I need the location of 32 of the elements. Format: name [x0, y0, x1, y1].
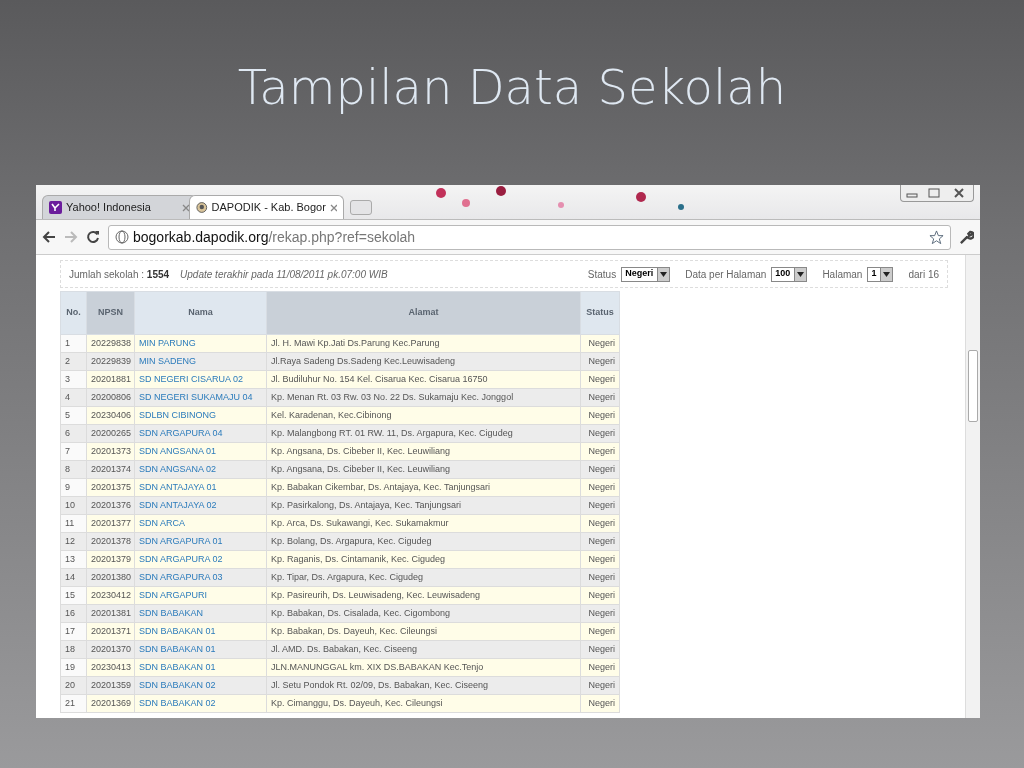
scrollbar[interactable] [965, 255, 980, 718]
browser-tab[interactable]: DAPODIK - Kab. Bogor [189, 195, 344, 219]
globe-icon [115, 230, 129, 244]
column-header: Status [580, 291, 620, 335]
filter-label: Status [587, 267, 617, 282]
page-total: dari 16 [908, 267, 939, 282]
address-bar[interactable]: bogorkab.dapodik.org/rekap.php?ref=sekolah [108, 224, 951, 250]
close-icon[interactable] [329, 203, 337, 212]
caret-icon [883, 271, 891, 277]
school-count: Jumlah sekolah : 1554 [69, 267, 170, 282]
star-icon[interactable] [929, 229, 944, 245]
back-icon[interactable] [42, 230, 56, 244]
column-header: Alamat [266, 291, 581, 335]
filter-dropdown[interactable]: Negeri [621, 266, 671, 282]
wrench-icon[interactable] [959, 229, 974, 245]
caret-icon [660, 271, 668, 277]
filter-dropdown[interactable]: 100 [771, 266, 808, 282]
site-icon [49, 201, 62, 214]
filter-label: Data per Halaman [685, 267, 767, 282]
reload-icon[interactable] [86, 230, 100, 244]
new-tab-button[interactable] [350, 200, 372, 215]
emblem-icon [196, 201, 208, 214]
slide-title: Tampilan Data Sekolah [237, 58, 787, 117]
column-header: NPSN [86, 291, 135, 335]
caret-icon [797, 271, 805, 277]
column-header: No. [60, 291, 87, 335]
filter-dropdown[interactable]: 1 [867, 266, 894, 282]
forward-icon[interactable] [64, 230, 78, 244]
scrollbar-thumb[interactable] [968, 350, 978, 422]
column-header: Nama [134, 291, 267, 335]
update-text: Update terakhir pada 11/08/2011 pk.07:00 WIB [180, 267, 388, 282]
filter-label: Halaman [822, 267, 863, 282]
